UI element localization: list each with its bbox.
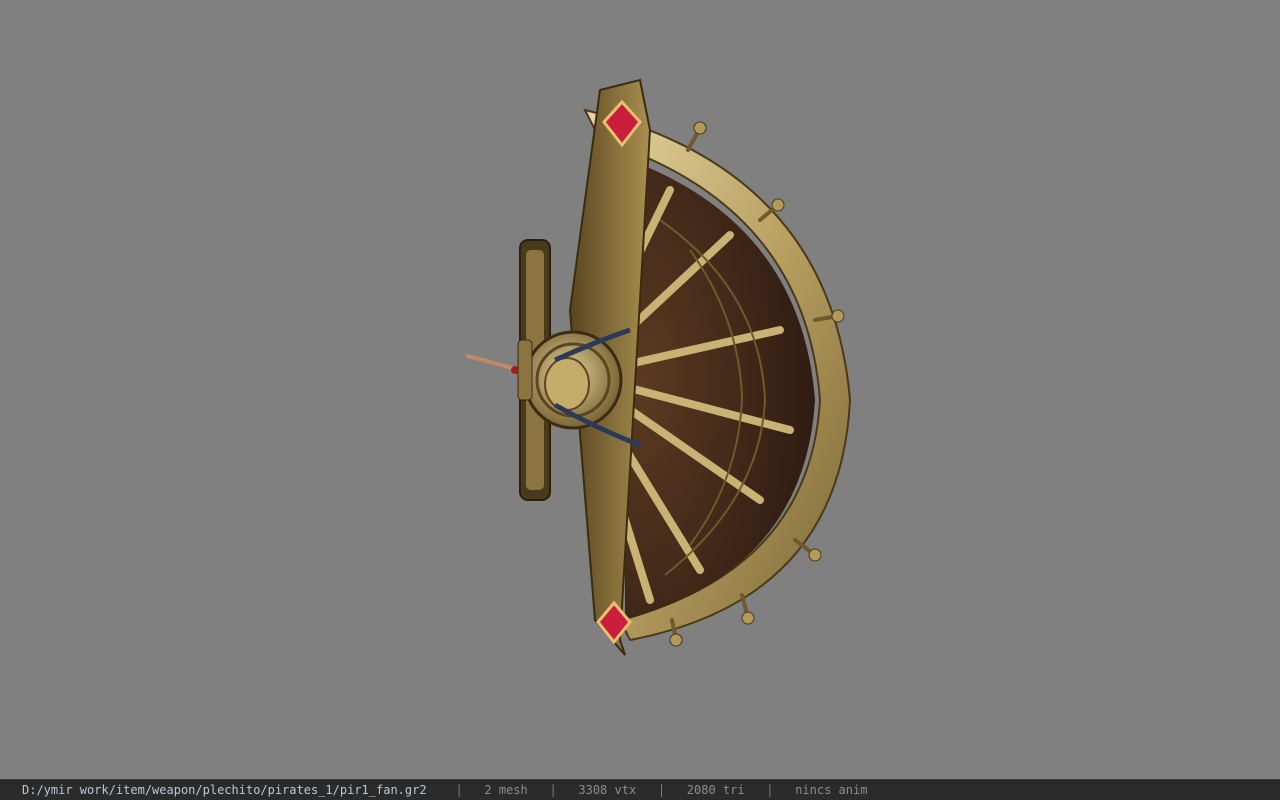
status-bar: D:/ymir work/item/weapon/plechito/pirate… (0, 779, 1280, 800)
triangle-count: 2080 tri (686, 783, 745, 797)
file-path: D:/ymir work/item/weapon/plechito/pirate… (22, 783, 427, 797)
status-separator: | (766, 783, 774, 797)
tassel-pin (466, 339, 533, 401)
3d-viewport[interactable] (0, 0, 1280, 779)
status-separator: | (455, 783, 463, 797)
golden-fan-weapon-model (466, 78, 852, 656)
vertex-count: 3308 vtx (578, 783, 637, 797)
anim-status: nincs anim (795, 783, 868, 797)
status-separator: | (549, 783, 557, 797)
status-separator: | (657, 783, 666, 797)
mesh-count: 2 mesh (484, 783, 528, 797)
